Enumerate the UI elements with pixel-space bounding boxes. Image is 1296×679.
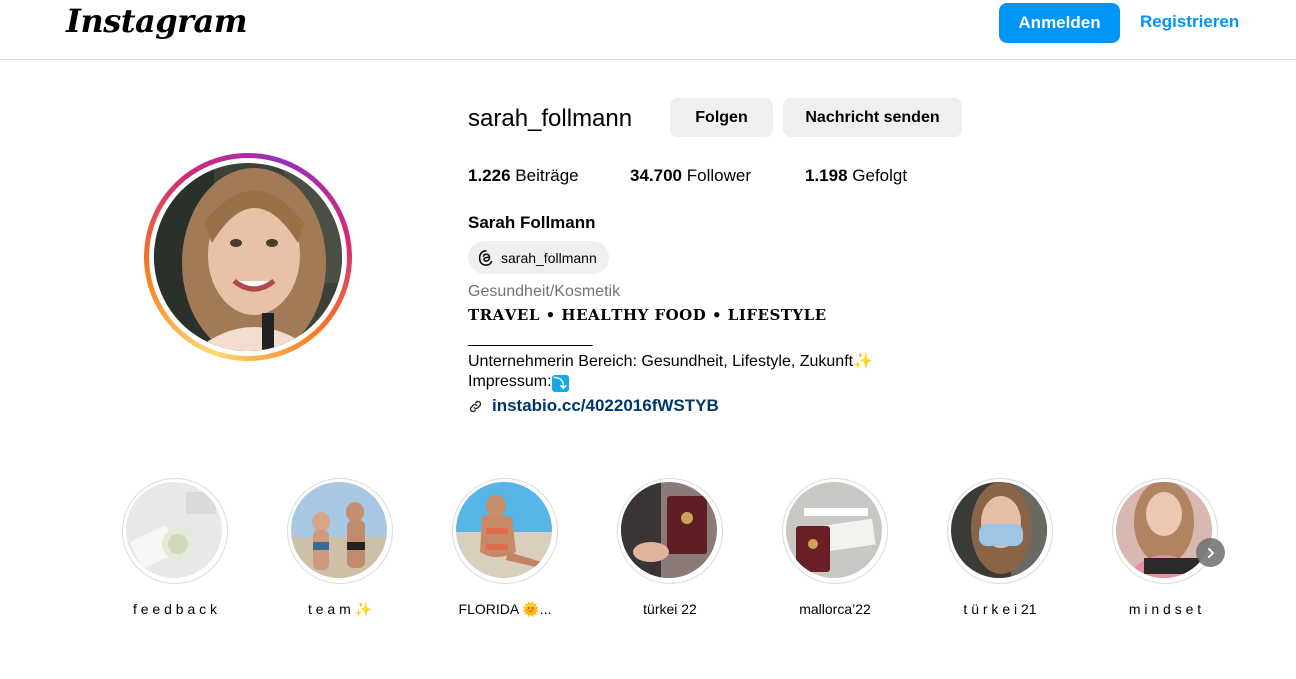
highlight-cover [1116,482,1212,578]
bio-link-text: instabio.cc/4022016fWSTYB [492,396,719,415]
highlight-label: türkei 22 [643,601,697,617]
highlight-item[interactable]: türkei 22 [617,478,723,618]
highlight-item[interactable]: mallorca’22 [782,478,888,618]
bio-description: Unternehmerin Bereich: Gesundheit, Lifes… [468,353,874,370]
bio-impressum-text: Impressum: [468,373,552,390]
bio-impressum: Impressum: ⤵ [468,373,569,392]
highlights-next-button[interactable] [1196,538,1225,567]
highlight-label: FLORIDA 🌞... [458,601,552,617]
follow-button[interactable]: Folgen [670,98,773,137]
chevron-right-icon [1207,547,1214,558]
followers-count-value: 34.700 [630,166,682,185]
posts-count-label: Beiträge [515,166,579,185]
highlight-label: t ü r k e i 21 [963,601,1037,617]
arrow-down-emoji-icon: ⤵ [551,375,569,392]
following-count[interactable]: 1.198 Gefolgt [805,166,907,186]
profile-full-name: Sarah Follmann [468,213,596,232]
highlight-cover [621,482,717,578]
highlight-cover [126,482,222,578]
followers-count-label: Follower [686,166,751,185]
highlight-cover [951,482,1047,578]
profile-username: sarah_follmann [468,105,633,132]
instagram-logo[interactable]: Instagram [66,2,248,40]
highlight-label: m i n d s e t [1128,601,1202,617]
register-link[interactable]: Registrieren [1140,12,1239,32]
highlight-item[interactable]: t ü r k e i 21 [947,478,1053,618]
highlight-item[interactable]: FLORIDA 🌞... [452,478,558,618]
send-message-button[interactable]: Nachricht senden [783,98,962,137]
login-button[interactable]: Anmelden [999,3,1120,43]
threads-icon [478,249,493,266]
highlight-label: mallorca’22 [799,601,871,617]
highlight-label: t e a m ✨ [307,601,373,617]
link-icon [469,400,482,412]
threads-profile-link[interactable]: sarah_follmann [468,241,609,274]
top-navigation-bar: Instagram Anmelden Registrieren [0,0,1296,60]
followers-count[interactable]: 34.700 Follower [630,166,751,186]
highlight-item[interactable]: t e a m ✨ [287,478,393,618]
threads-handle: sarah_follmann [501,249,597,266]
avatar-photo [154,163,342,351]
bio-headline: 𝐓𝐑𝐀𝐕𝐄𝐋 • 𝐇𝐄𝐀𝐋𝐓𝐇𝐘 𝐅𝐎𝐎𝐃 • 𝐋𝐈𝐅𝐄𝐒𝐓𝐘𝐋𝐄 [468,306,827,324]
highlight-cover [291,482,387,578]
bio-link[interactable]: instabio.cc/4022016fWSTYB [468,396,719,416]
following-count-label: Gefolgt [852,166,908,185]
posts-count-value: 1.226 [468,166,511,185]
bio-divider: ______________ [468,330,593,347]
following-count-value: 1.198 [805,166,848,185]
highlight-label: f e e d b a c k [132,601,218,617]
profile-avatar[interactable] [144,153,352,361]
highlight-cover [786,482,882,578]
highlight-cover [456,482,552,578]
profile-category: Gesundheit/Kosmetik [468,283,621,300]
highlight-item[interactable]: f e e d b a c k [122,478,228,618]
posts-count: 1.226 Beiträge [468,166,579,186]
